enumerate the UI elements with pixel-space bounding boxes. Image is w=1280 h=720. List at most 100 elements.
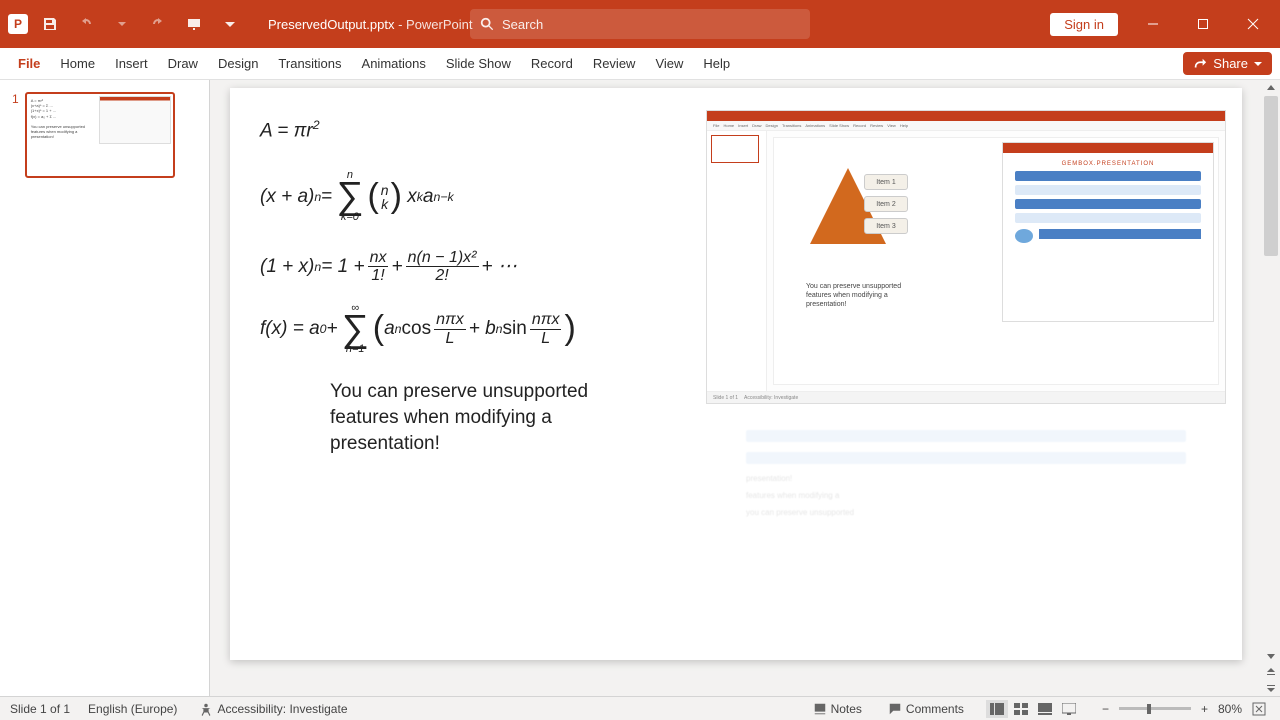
embedded-status-left: Slide 1 of 1 xyxy=(713,395,738,401)
ribbon: File Home Insert Draw Design Transitions… xyxy=(0,48,1280,80)
scroll-up-button[interactable] xyxy=(1263,80,1279,96)
embedded-slide: Item 1 Item 2 Item 3 You can preserve un… xyxy=(773,137,1219,385)
share-label: Share xyxy=(1213,56,1248,71)
view-buttons xyxy=(986,700,1080,718)
main-area: 1 A = πr²(x+a)ⁿ = Σ ...(1+x)ⁿ = 1 + ...f… xyxy=(0,80,1280,696)
nested-row xyxy=(1015,199,1201,209)
statusbar: Slide 1 of 1 English (Europe) Accessibil… xyxy=(0,696,1280,720)
embedded-item-3: Item 3 xyxy=(864,218,908,234)
tab-slideshow[interactable]: Slide Show xyxy=(436,50,521,77)
zoom-percent[interactable]: 80% xyxy=(1218,702,1242,716)
fit-window-button[interactable] xyxy=(1248,700,1270,718)
tab-home[interactable]: Home xyxy=(50,50,105,77)
next-slide-button[interactable] xyxy=(1263,680,1279,696)
undo-button[interactable] xyxy=(72,10,100,38)
accessibility-icon xyxy=(199,702,213,716)
prev-slide-button[interactable] xyxy=(1263,664,1279,680)
eq4-an: a xyxy=(384,318,395,340)
close-button[interactable] xyxy=(1230,8,1276,40)
minimize-button[interactable] xyxy=(1130,8,1176,40)
eq4-sum-bot: n=1 xyxy=(346,344,365,355)
zoom-slider-track[interactable] xyxy=(1119,707,1191,710)
eq4-sin: sin xyxy=(503,318,527,340)
eq2-a: a xyxy=(423,186,434,208)
slideshow-view-button[interactable] xyxy=(1058,700,1080,718)
accessibility-button[interactable]: Accessibility: Investigate xyxy=(195,700,351,718)
redo-button[interactable] xyxy=(144,10,172,38)
eq4-plus1: + xyxy=(327,318,338,340)
eq4-lhs: f(x) = a xyxy=(260,318,320,340)
tab-design[interactable]: Design xyxy=(208,50,268,77)
thumbnail-embedded-image xyxy=(99,96,171,144)
tab-help[interactable]: Help xyxy=(693,50,740,77)
scroll-down-button[interactable] xyxy=(1263,648,1279,664)
zoom-out-button[interactable]: − xyxy=(1098,700,1113,718)
zoom-slider-handle[interactable] xyxy=(1147,704,1151,714)
thumbnail-item[interactable]: 1 A = πr²(x+a)ⁿ = Σ ...(1+x)ⁿ = 1 + ...f… xyxy=(12,92,197,178)
eq1-sup: 2 xyxy=(313,118,320,132)
eq4-bn: + b xyxy=(469,318,496,340)
slide-counter[interactable]: Slide 1 of 1 xyxy=(10,702,70,716)
embedded-screenshot: FileHomeInsertDrawDesignTransitionsAnima… xyxy=(706,110,1226,600)
share-icon xyxy=(1193,57,1207,71)
language-indicator[interactable]: English (Europe) xyxy=(88,702,177,716)
eq3-t1: = 1 + xyxy=(321,256,364,278)
normal-view-button[interactable] xyxy=(986,700,1008,718)
thumbnail-preview[interactable]: A = πr²(x+a)ⁿ = Σ ...(1+x)ⁿ = 1 + ...f(x… xyxy=(25,92,175,178)
tab-record[interactable]: Record xyxy=(521,50,583,77)
eq4-an-sub: n xyxy=(395,322,402,336)
signin-button[interactable]: Sign in xyxy=(1050,13,1118,36)
accessibility-label: Accessibility: Investigate xyxy=(217,702,347,716)
maximize-button[interactable] xyxy=(1180,8,1226,40)
tab-draw[interactable]: Draw xyxy=(158,50,208,77)
tab-insert[interactable]: Insert xyxy=(105,50,158,77)
slide-caption: You can preserve unsupported features wh… xyxy=(330,379,590,456)
search-box[interactable]: Search xyxy=(470,9,810,39)
eq4-frac1: nπxL xyxy=(434,311,466,347)
tab-file[interactable]: File xyxy=(8,50,50,77)
nested-row xyxy=(1015,185,1201,195)
tab-animations[interactable]: Animations xyxy=(352,50,436,77)
share-button[interactable]: Share xyxy=(1183,52,1272,75)
embedded-reflection: presentation! features when modifying a … xyxy=(706,420,1226,600)
comments-button[interactable]: Comments xyxy=(884,700,968,718)
app-icon: P xyxy=(8,14,28,34)
notes-button[interactable]: Notes xyxy=(809,700,866,718)
slide-canvas[interactable]: A = πr2 (x + a)n = n ∑ k=0 ( n k ) xk xyxy=(230,88,1242,660)
embedded-caption: You can preserve unsupported features wh… xyxy=(806,282,906,309)
embedded-nested-window: GEMBOX.PRESENTATION xyxy=(1002,142,1214,322)
titlebar-right: Sign in xyxy=(1050,8,1280,40)
comments-icon xyxy=(888,702,902,716)
present-button[interactable] xyxy=(180,10,208,38)
eq3-frac2: n(n − 1)x²2! xyxy=(406,249,479,285)
tab-transitions[interactable]: Transitions xyxy=(268,50,351,77)
eq2-lhs-sup: n xyxy=(314,190,321,204)
tab-review[interactable]: Review xyxy=(583,50,646,77)
eq4-cos: cos xyxy=(402,318,432,340)
tab-view[interactable]: View xyxy=(645,50,693,77)
embedded-nested-titlebar xyxy=(1003,143,1213,153)
vertical-scrollbar[interactable] xyxy=(1262,80,1280,696)
embedded-item-1: Item 1 xyxy=(864,174,908,190)
zoom-in-button[interactable]: + xyxy=(1197,700,1212,718)
eq4-bn-sub: n xyxy=(496,322,503,336)
search-placeholder: Search xyxy=(502,17,543,32)
eq1-body: A = πr xyxy=(260,120,313,141)
eq2-a-sup: n−k xyxy=(433,190,453,204)
eq3-lhs: (1 + x) xyxy=(260,256,314,278)
titlebar: P PreservedOutput.pptx - PowerPoint Sear… xyxy=(0,0,1280,48)
sorter-view-button[interactable] xyxy=(1010,700,1032,718)
qat-customize[interactable] xyxy=(216,10,244,38)
qat: P PreservedOutput.pptx - PowerPoint xyxy=(0,10,473,38)
scroll-thumb[interactable] xyxy=(1264,96,1278,256)
search-icon xyxy=(480,17,494,31)
zoom-control: − + 80% xyxy=(1098,700,1270,718)
scroll-track[interactable] xyxy=(1263,96,1279,648)
chevron-down-icon xyxy=(1254,60,1262,68)
reading-view-button[interactable] xyxy=(1034,700,1056,718)
embedded-titlebar xyxy=(707,111,1225,121)
save-button[interactable] xyxy=(36,10,64,38)
app-name-suffix: - PowerPoint xyxy=(394,17,472,32)
nested-row xyxy=(1015,213,1201,223)
undo-dropdown[interactable] xyxy=(108,10,136,38)
